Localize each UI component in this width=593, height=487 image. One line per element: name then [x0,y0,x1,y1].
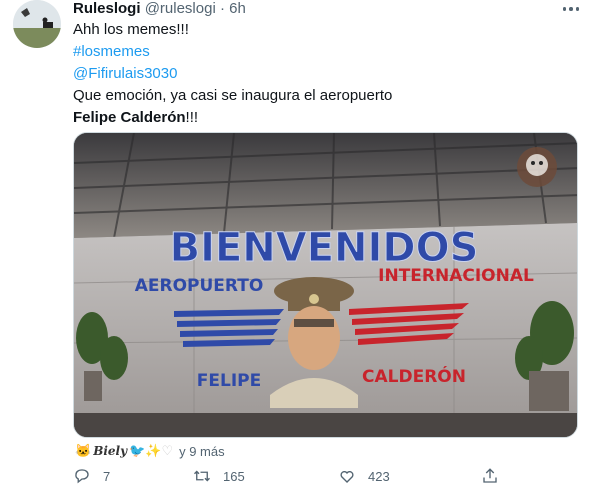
reply-count: 7 [103,468,111,484]
reply-icon [75,469,89,484]
sign-right-text: INTERNACIONAL [378,266,534,286]
watermark-logo [517,147,557,187]
heart-icon: ♡ [161,443,174,458]
retweet-count: 165 [223,468,245,484]
bold-text: Felipe Calderón [73,109,186,126]
tweet-line: Que emoción, ya casi se inaugura el aero… [73,87,393,104]
reactions-row[interactable]: 🐱 Biely 🐦 ✨ ♡ y 9 más [75,441,225,461]
avatar[interactable] [13,0,61,48]
author-handle[interactable]: @ruleslogi [145,0,216,17]
tweet-line: Ahh los memes!!! [73,21,189,38]
mention-link[interactable]: @Fifirulais3030 [73,63,573,85]
like-button[interactable]: 423 [338,467,390,485]
exclamation-text: !!! [185,109,199,126]
sign-left-text: AEROPUERTO [135,276,264,296]
tweet-image[interactable]: BIENVENIDOS AEROPUERTO INTERNACIONAL FEL… [73,132,578,438]
like-count: 423 [368,468,390,484]
sign-title: BIENVENIDOS [170,225,479,271]
action-bar: 7 165 423 [73,467,513,487]
separator-dot: · [219,0,225,17]
tweet-text: Ahh los memes!!! #losmemes @Fifirulais30… [73,19,573,129]
tweet-header: Ruleslogi @ruleslogi · 6h [73,0,553,18]
heart-outline-icon [340,470,354,483]
retweet-icon [194,470,210,482]
sign-bottom-left-text: FELIPE [197,371,261,391]
tweet-line: Felipe Calderón!!! [73,107,573,129]
sign-bottom-right-text: CALDERÓN [362,365,466,387]
tweet-time[interactable]: 6h [229,0,246,17]
share-icon [483,468,497,483]
emoji-person-icon: 🐱 [75,443,92,458]
share-button[interactable] [481,467,499,485]
sparkles-icon: ✨ [145,443,162,458]
bird-icon: 🐦 [129,443,146,458]
reactor-name: Biely [93,444,128,458]
hashtag-link[interactable]: #losmemes [73,41,573,63]
reply-button[interactable]: 7 [73,467,110,485]
more-options-icon[interactable] [560,1,582,17]
reactions-more-text: y 9 más [179,443,225,459]
author-name[interactable]: Ruleslogi [73,0,141,17]
retweet-button[interactable]: 165 [193,467,245,485]
tweet-card[interactable]: Ruleslogi @ruleslogi · 6h Ahh los memes!… [0,0,593,485]
